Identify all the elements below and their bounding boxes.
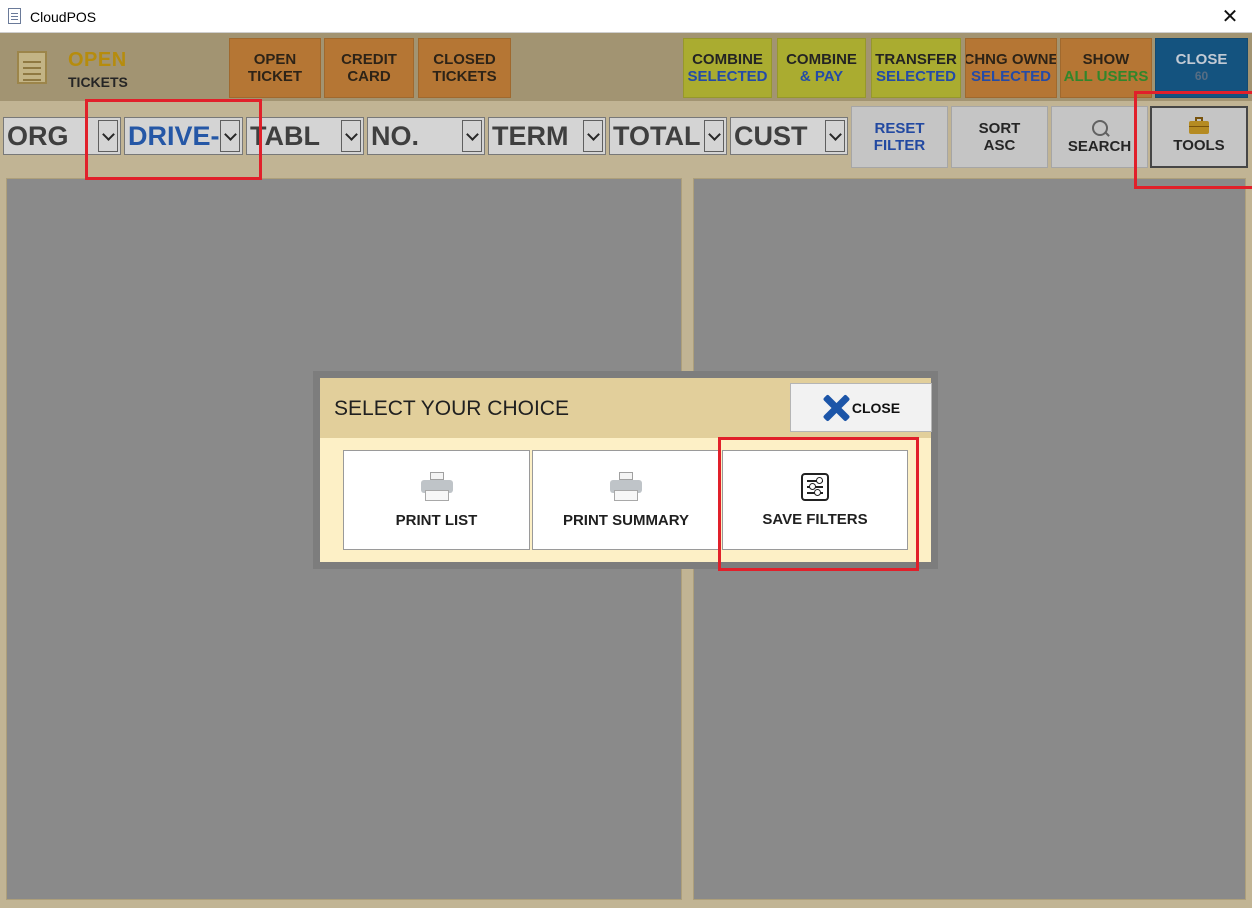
dialog-close-button[interactable]: CLOSE [790, 383, 932, 432]
print-list-label: PRINT LIST [395, 511, 478, 529]
print-summary-button[interactable]: PRINT SUMMARY [532, 450, 720, 550]
save-filters-button[interactable]: SAVE FILTERS [722, 450, 908, 550]
window-title: CloudPOS [30, 9, 97, 25]
dialog-body: PRINT LIST PRINT SUMMARY SAVE FILTERS [320, 438, 931, 562]
choice-dialog: SELECT YOUR CHOICE CLOSE PRINT LIST PRIN… [313, 371, 938, 569]
print-list-button[interactable]: PRINT LIST [343, 450, 530, 550]
dialog-header: SELECT YOUR CHOICE CLOSE [320, 378, 932, 438]
dialog-title: SELECT YOUR CHOICE [334, 397, 569, 420]
sliders-icon [801, 472, 829, 501]
printer-icon [420, 471, 453, 502]
window-title-bar: CloudPOS ✕ [0, 0, 1252, 33]
document-icon [8, 8, 21, 24]
print-summary-label: PRINT SUMMARY [562, 511, 690, 529]
save-filters-label: SAVE FILTERS [762, 510, 868, 528]
close-icon [822, 394, 850, 422]
dialog-close-label: CLOSE [851, 399, 901, 416]
app-area: OPEN TICKETS OPEN TICKET CREDIT CARD CLO… [0, 33, 1252, 908]
window-close-button[interactable]: ✕ [1216, 4, 1244, 30]
printer-icon [610, 471, 642, 502]
